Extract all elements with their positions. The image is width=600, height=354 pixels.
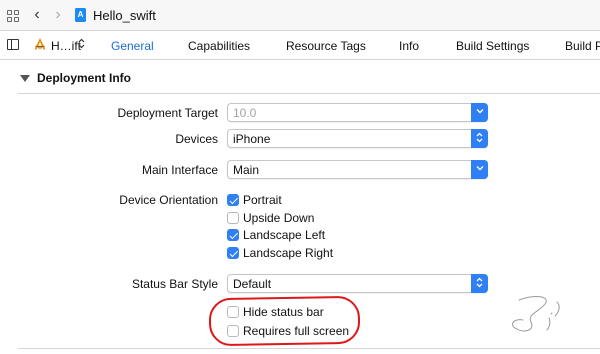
tab-build-phases[interactable]: Build P: [565, 39, 600, 53]
landscape-right-checkbox[interactable]: [227, 247, 239, 259]
red-highlight-circle: [208, 295, 361, 347]
main-interface-value[interactable]: Main: [233, 163, 259, 177]
portrait-label: Portrait: [243, 193, 282, 207]
tab-general[interactable]: General: [111, 39, 154, 53]
swift-file-icon: [75, 8, 86, 22]
status-bar-style-label: Status Bar Style: [131, 277, 218, 291]
section-title: Deployment Info: [37, 71, 132, 85]
tab-resource-tags[interactable]: Resource Tags: [286, 39, 366, 53]
portrait-checkbox[interactable]: [227, 194, 239, 206]
tab-build-settings[interactable]: Build Settings: [456, 39, 529, 53]
chevron-updown-icon[interactable]: [471, 129, 488, 148]
devices-popup[interactable]: iPhone: [227, 129, 488, 148]
tab-capabilities[interactable]: Capabilities: [188, 39, 250, 53]
app-target-icon[interactable]: [33, 37, 47, 51]
chevron-down-icon[interactable]: [471, 160, 488, 179]
target-selector-label[interactable]: H…ift: [51, 39, 81, 53]
chevron-updown-icon[interactable]: [78, 38, 85, 54]
disclosure-triangle-icon[interactable]: [20, 75, 30, 82]
chevron-down-icon[interactable]: [471, 103, 488, 122]
main-interface-combobox[interactable]: Main: [227, 160, 488, 179]
landscape-left-label: Landscape Left: [243, 228, 326, 242]
devices-value: iPhone: [233, 132, 271, 146]
navigation-bar: ‹ › Hello_swift: [0, 0, 600, 31]
sidebar-toggle-icon[interactable]: [7, 39, 19, 50]
status-bar-style-popup[interactable]: Default: [227, 274, 488, 293]
device-orientation-label: Device Orientation: [119, 193, 218, 207]
deployment-target-label: Deployment Target: [117, 106, 219, 120]
main-interface-label: Main Interface: [141, 163, 218, 177]
upside-down-label: Upside Down: [243, 211, 315, 225]
forward-arrow-icon[interactable]: ›: [51, 7, 65, 23]
handwritten-signature: [512, 296, 560, 332]
devices-label: Devices: [175, 132, 218, 146]
deployment-target-combobox[interactable]: 10.0: [227, 103, 488, 122]
bottom-divider: [18, 348, 600, 349]
breadcrumb-file-name[interactable]: Hello_swift: [93, 8, 156, 23]
section-divider: [18, 93, 600, 94]
grid-icon[interactable]: [7, 10, 19, 22]
back-arrow-icon[interactable]: ‹: [30, 7, 44, 23]
tab-info[interactable]: Info: [399, 39, 419, 53]
landscape-left-checkbox[interactable]: [227, 229, 239, 241]
upside-down-checkbox[interactable]: [227, 212, 239, 224]
landscape-right-label: Landscape Right: [243, 246, 334, 260]
status-bar-style-value: Default: [233, 277, 272, 291]
chevron-updown-icon[interactable]: [471, 274, 488, 293]
deployment-target-value[interactable]: 10.0: [233, 106, 256, 120]
editor-tab-bar: H…ift General Capabilities Resource Tags…: [0, 31, 600, 60]
